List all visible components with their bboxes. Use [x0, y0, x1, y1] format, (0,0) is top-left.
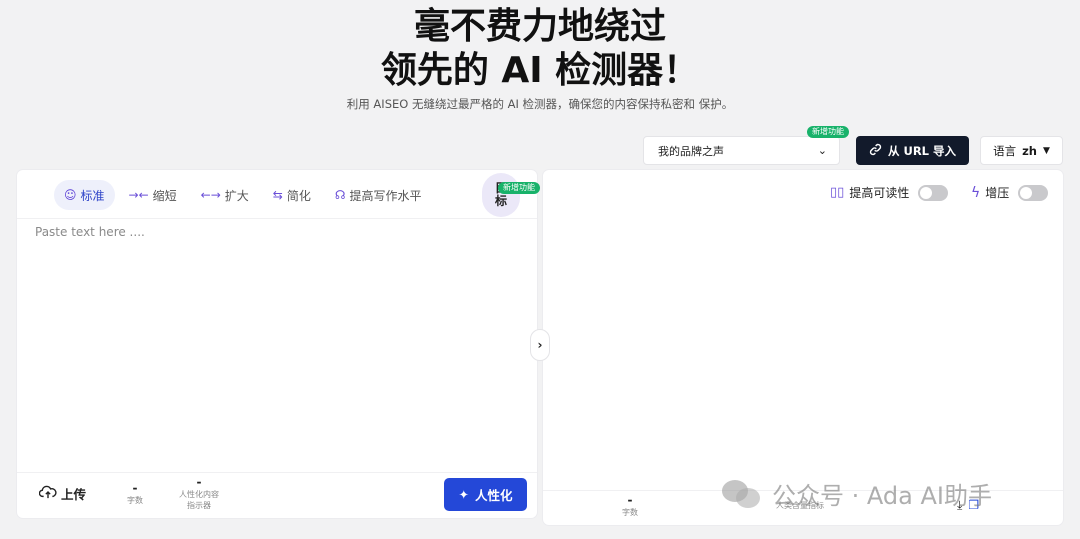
swap-arrows-icon: ⇆ [272, 188, 283, 202]
brand-voice-select[interactable]: 我的品牌之声 ⌄ [643, 136, 840, 165]
cloud-upload-icon [38, 485, 57, 502]
hero-subtitle: 利用 AISEO 无缝绕过最严格的 AI 检测器，确保您的内容保持私密和 保护。 [346, 97, 734, 111]
language-select[interactable]: 语言 zh ▼ [980, 136, 1063, 165]
brain-icon: ☊ [334, 188, 346, 202]
book-icon: ▯▯ [830, 185, 845, 200]
hero-title-line1: 毫不费力地绕过 [413, 6, 666, 47]
tab-simplify-label: 简化 [286, 188, 311, 203]
url-import-button[interactable]: 从 URL 导入 [856, 136, 969, 165]
tab-shorten-label: 缩短 [152, 188, 177, 203]
language-label: 语言 [993, 143, 1017, 158]
output-word-count-stat: - 字数 [612, 493, 648, 518]
readability-toggle[interactable]: ▯▯ 提高可读性 [830, 184, 949, 201]
humanize-button[interactable]: ✦ 人性化 [444, 478, 527, 511]
link-icon [869, 143, 882, 159]
output-word-count-label: 字数 [622, 508, 638, 517]
indicator-label-line1: 人性化内容 [179, 490, 219, 499]
word-count-value: - [132, 481, 138, 495]
sparkle-icon: ✦ [458, 487, 469, 502]
upload-button[interactable]: 上传 [38, 484, 87, 503]
output-word-count-value: - [627, 493, 633, 507]
smile-palette-icon: ☺ [64, 188, 77, 202]
humanize-label: 人性化 [474, 488, 513, 503]
tab-expand-label: 扩大 [224, 188, 249, 203]
caret-down-icon: ▼ [1042, 145, 1050, 156]
tab-shorten[interactable]: →← 缩短 [119, 180, 187, 210]
boost-switch[interactable] [1018, 184, 1049, 201]
tab-expand[interactable]: ←→ 扩大 [191, 180, 259, 210]
output-panel: ▯▯ 提高可读性 ϟ 增压 - 字数 人类含量指标 ⤓ ❐ [543, 170, 1063, 525]
wechat-icon [722, 478, 762, 510]
readability-label: 提高可读性 [849, 186, 910, 200]
input-panel: ☺ 标准 →← 缩短 ←→ 扩大 ⇆ 简化 ☊ 提高写作水平 目 标 新增功能 … [17, 170, 540, 518]
watermark: 公众号 · Ada AI助手 [722, 476, 992, 511]
target-button[interactable]: 目 标 [482, 173, 520, 217]
brand-voice-new-badge: 新增功能 [807, 126, 849, 138]
tab-simplify[interactable]: ⇆ 简化 [263, 180, 321, 210]
collapse-toggle[interactable]: › [530, 329, 550, 361]
language-value: zh [1022, 143, 1037, 158]
shrink-arrows-icon: →← [128, 188, 149, 202]
mode-tabs: ☺ 标准 →← 缩短 ←→ 扩大 ⇆ 简化 ☊ 提高写作水平 [54, 180, 432, 210]
readability-switch[interactable] [918, 184, 949, 201]
chevron-right-icon: › [537, 338, 543, 352]
tab-standard-label: 标准 [80, 188, 105, 203]
humanized-indicator-stat: - 人性化内容 指示器 [169, 475, 229, 511]
boost-label: 增压 [985, 186, 1010, 200]
boost-toggle[interactable]: ϟ 增压 [971, 184, 1049, 201]
indicator-label-line2: 指示器 [187, 501, 211, 510]
tab-standard[interactable]: ☺ 标准 [54, 180, 115, 210]
brand-voice-label: 我的品牌之声 [658, 144, 724, 158]
bolt-icon: ϟ [971, 184, 981, 201]
chevron-down-icon: ⌄ [817, 144, 827, 157]
upload-label: 上传 [61, 487, 87, 502]
word-count-stat: - 字数 [117, 481, 153, 506]
divider [17, 472, 537, 473]
word-count-label: 字数 [127, 496, 143, 505]
hero-title-line2: 领先的 AI 检测器！ [380, 50, 700, 91]
target-new-badge: 新增功能 [498, 182, 540, 194]
target-label-bottom: 标 [494, 194, 507, 208]
url-import-label: 从 URL 导入 [887, 143, 957, 158]
tab-improve-writing-label: 提高写作水平 [349, 188, 422, 203]
indicator-value: - [196, 475, 202, 489]
tab-improve-writing[interactable]: ☊ 提高写作水平 [325, 180, 432, 210]
divider [17, 218, 537, 219]
expand-arrows-icon: ←→ [200, 188, 221, 202]
text-input[interactable] [35, 225, 515, 465]
watermark-text: 公众号 · Ada AI助手 [772, 482, 992, 510]
